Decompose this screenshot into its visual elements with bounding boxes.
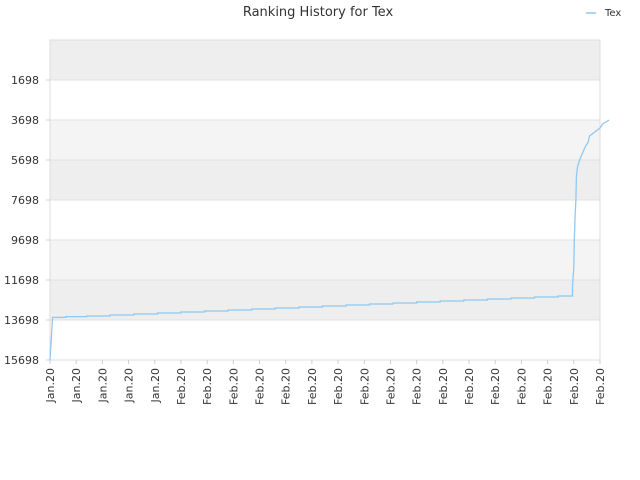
x-tick-label: Feb.20 — [175, 368, 188, 405]
plot-band — [50, 280, 600, 320]
plot-band — [50, 80, 600, 120]
x-tick-label: Feb.20 — [306, 368, 319, 405]
x-tick-label: Feb.20 — [568, 368, 581, 405]
x-tick-label: Feb.20 — [411, 368, 424, 405]
x-tick-label: Jan.20 — [123, 368, 136, 403]
plot-band — [50, 120, 600, 160]
y-tick-label: 13698 — [4, 314, 39, 327]
x-tick-label: Feb.20 — [227, 368, 240, 405]
plot-band — [50, 320, 600, 360]
x-tick-label: Feb.20 — [594, 368, 607, 405]
x-tick-label: Jan.20 — [149, 368, 162, 403]
x-tick-label: Feb.20 — [358, 368, 371, 405]
y-tick-label: 5698 — [11, 154, 39, 167]
x-tick-label: Feb.20 — [489, 368, 502, 405]
x-tick-label: Feb.20 — [463, 368, 476, 405]
x-axis: Jan.20 Jan.20 Jan.20 Jan.20 Jan.20 Feb.20 Feb.… — [44, 360, 607, 405]
legend: Tex — [586, 8, 621, 19]
x-tick-label: Feb.20 — [201, 368, 214, 405]
x-tick-label: Feb.20 — [254, 368, 267, 405]
x-tick-label: Jan.20 — [96, 368, 109, 403]
y-axis: 1698 3698 5698 7698 9698 11698 13698 15698 — [4, 74, 50, 367]
y-tick-label: 3698 — [11, 114, 39, 127]
x-tick-label: Jan.20 — [70, 368, 83, 403]
x-tick-label: Feb.20 — [384, 368, 397, 405]
y-tick-label: 11698 — [4, 274, 39, 287]
plot-band — [50, 160, 600, 200]
x-tick-label: Feb.20 — [542, 368, 555, 405]
x-tick-label: Feb.20 — [332, 368, 345, 405]
y-tick-label: 1698 — [11, 74, 39, 87]
x-tick-label: Feb.20 — [280, 368, 293, 405]
x-tick-label: Feb.20 — [437, 368, 450, 405]
plot-band — [50, 240, 600, 280]
plot-band — [50, 200, 600, 240]
x-tick-label: Jan.20 — [44, 368, 57, 403]
plot-band — [50, 40, 600, 80]
y-tick-label: 9698 — [11, 234, 39, 247]
ranking-chart: Ranking History for Tex Tex 1698 3698 5698… — [4, 5, 621, 405]
legend-label-tex: Tex — [604, 8, 621, 19]
y-tick-label: 15698 — [4, 354, 39, 367]
chart-title: Ranking History for Tex — [243, 5, 394, 20]
y-tick-label: 7698 — [11, 194, 39, 207]
x-tick-label: Feb.20 — [515, 368, 528, 405]
